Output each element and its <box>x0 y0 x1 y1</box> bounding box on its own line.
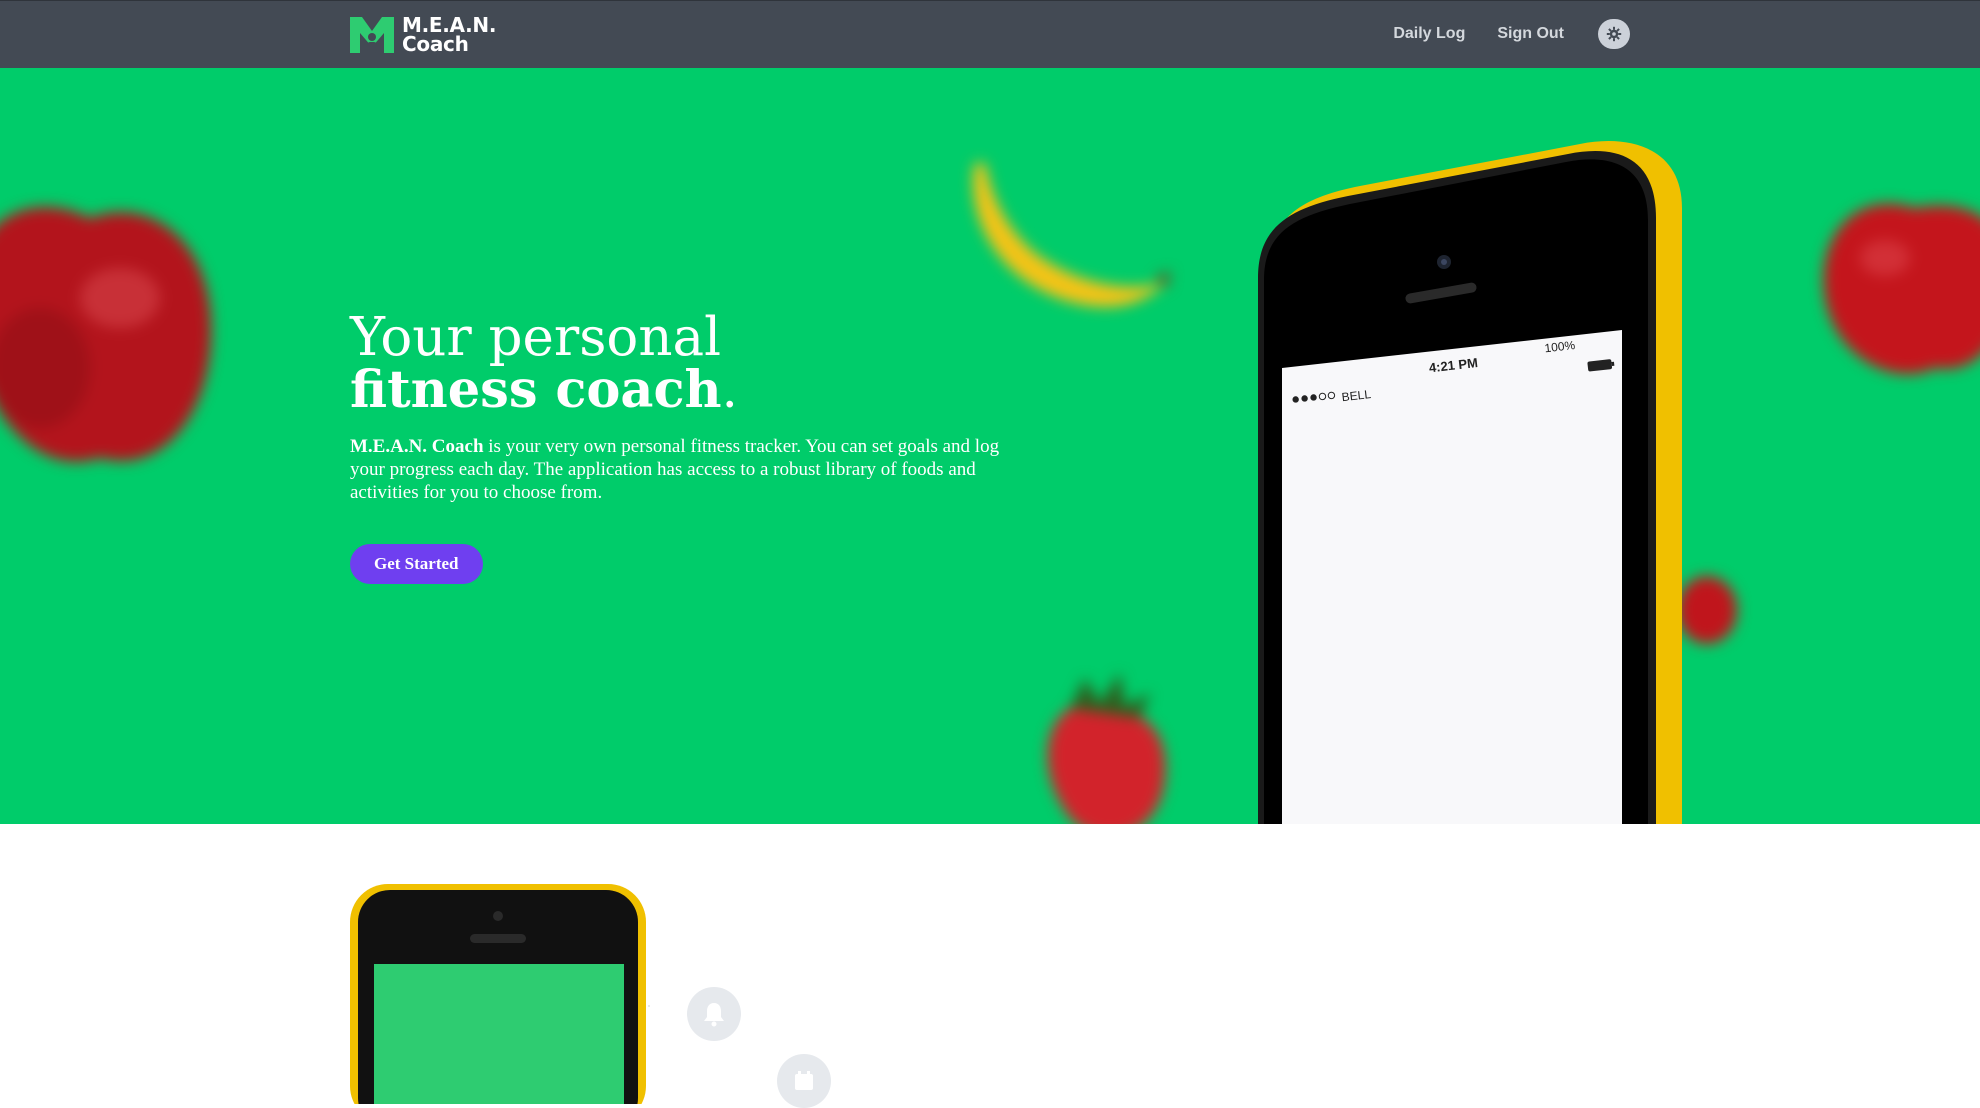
apple-right-image <box>1823 203 1980 375</box>
nav-link-daily-log[interactable]: Daily Log <box>1393 25 1465 43</box>
hero-description-brand: M.E.A.N. Coach <box>350 436 484 457</box>
nav-link-sign-out[interactable]: Sign Out <box>1497 25 1564 43</box>
features-section <box>0 824 1980 1108</box>
features-phone-mockup <box>350 884 650 1104</box>
nav-links: Daily Log Sign Out <box>1361 1 1630 67</box>
hero-section: Your personal fitness coach. M.E.A.N. Co… <box>0 68 1980 824</box>
hero-description: M.E.A.N. Coach is your very own personal… <box>350 435 1030 504</box>
apple-left-image <box>0 206 212 462</box>
feature-bell-button <box>687 987 741 1041</box>
hero-phone-mockup: BELL 4:21 PM 100% <box>1258 141 1682 824</box>
headline-line-1: Your personal <box>350 307 722 368</box>
strawberry-image <box>1047 673 1166 824</box>
headline-bold-text: fitness coach <box>350 360 722 420</box>
brand-name: M.E.A.N. Coach <box>402 15 496 56</box>
headline-line-2: fitness coach. <box>350 364 1030 417</box>
feature-calendar-button <box>777 1054 831 1108</box>
top-navbar: M.E.A.N. Coach Daily Log Sign Out <box>0 0 1980 68</box>
settings-button[interactable] <box>1598 19 1630 49</box>
bell-icon <box>704 1003 724 1027</box>
calendar-icon <box>795 1071 813 1090</box>
hero-copy: Your personal fitness coach. M.E.A.N. Co… <box>350 307 1030 584</box>
banana-image <box>973 163 1170 307</box>
brand-line-2: Coach <box>402 32 469 56</box>
headline-period: . <box>721 361 738 420</box>
logo-m-icon <box>350 17 394 53</box>
gear-icon <box>1606 26 1622 42</box>
get-started-button[interactable]: Get Started <box>350 544 483 584</box>
brand-logo[interactable]: M.E.A.N. Coach <box>350 15 496 56</box>
